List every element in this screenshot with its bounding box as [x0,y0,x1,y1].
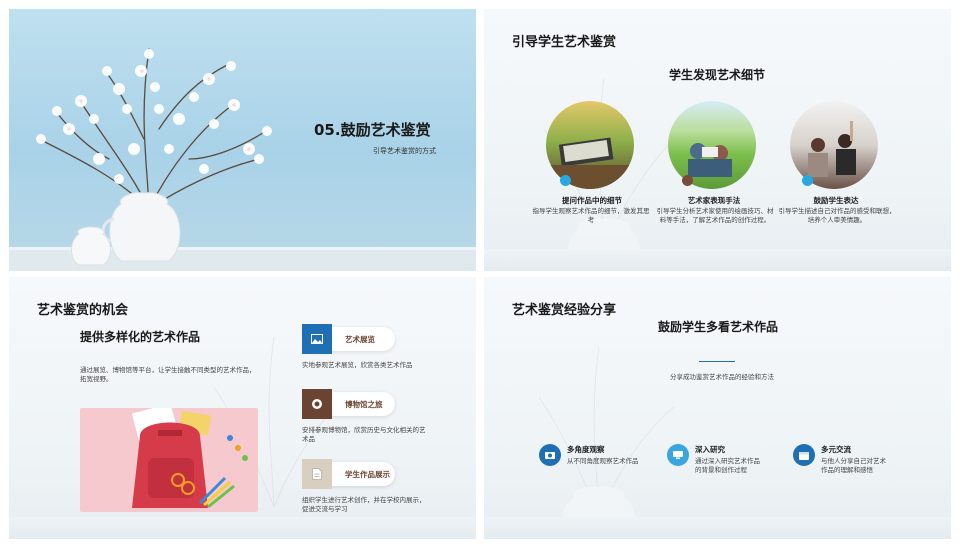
item-desc-research: 通过深入研究艺术作品的背景和创作过程 [695,457,760,474]
item-title-exchange: 多元交流 [821,445,851,454]
photo-students-reading [668,101,756,189]
accent-divider [699,361,735,362]
ghost-vase-decoration [538,346,675,537]
slide2-header: 引导学生艺术鉴赏 [512,35,617,50]
item-title-2: 艺术家表现手法 [687,196,741,205]
square-exhibition [302,324,332,354]
item-label-exhibition: 艺术展览 [345,335,375,344]
slide4-subheader: 鼓励学生多看艺术作品 [658,320,779,334]
slide-cover[interactable]: 05.鼓励艺术鉴赏 引导艺术鉴赏的方式 [9,9,476,271]
slide4-header: 艺术鉴赏经验分享 [512,303,617,318]
photo-backpack-supplies [80,408,258,512]
dot-indicator-1 [560,175,571,186]
slide-experience-sharing[interactable]: 艺术鉴赏经验分享 鼓励学生多看艺术作品 分享成功鉴赏艺术作品的经验和方法 多角度… [484,277,951,539]
item-desc-museum: 安排参观博物馆，欣赏历史与文化相关的艺术品 [302,426,426,443]
square-museum [302,389,332,419]
vase-branches-illustration [9,48,476,271]
item-title-research: 深入研究 [695,445,725,454]
item-desc-multi-angle: 从不同角度观察艺术作品 [567,457,639,465]
badge-exchange [793,444,815,466]
slide-appreciation-opportunities[interactable]: 艺术鉴赏的机会 提供多样化的艺术作品 通过展览、博物馆等平台，让学生接触不同类型… [9,277,476,539]
camera-icon [312,399,322,409]
item-label-student-works: 学生作品展示 [345,470,390,479]
dot-indicator-2 [682,175,693,186]
calendar-icon [799,451,809,460]
cover-subtitle: 引导艺术鉴赏的方式 [373,147,436,155]
item-title-3: 鼓励学生表达 [813,196,859,205]
slide3-header: 艺术鉴赏的机会 [37,303,129,318]
photo-notebook-grass [546,101,634,189]
item-label-museum: 博物馆之旅 [345,400,383,409]
document-icon [312,468,322,480]
slide2-subheader: 学生发现艺术细节 [669,68,766,82]
item-desc-3: 引导学生描述自己对作品的感受和联想，培养个人审美情趣。 [778,207,896,224]
badge-multi-angle [539,444,561,466]
item-desc-2: 引导学生分析艺术家使用的绘画技巧、材料等手法，了解艺术作品的创作过程。 [656,207,774,224]
item-title-1: 提问作品中的细节 [562,196,622,205]
item-desc-1: 指导学生观察艺术作品的细节，激发其思考 [532,207,650,224]
eye-icon [545,452,555,459]
item-desc-student-works: 组织学生进行艺术创作，并在学校内展示，促进交流与学习 [302,496,426,513]
slide4-caption: 分享成功鉴赏艺术作品的经验和方法 [670,373,774,381]
item-desc-exchange: 与他人分享自己对艺术作品的理解和感悟 [821,457,886,474]
slide3-body: 通过展览、博物馆等平台，让学生接触不同类型的艺术作品，拓宽视野。 [80,366,256,383]
slide-guide-appreciation[interactable]: 引导学生艺术鉴赏 学生发现艺术细节 提问作品中的细节 指导学生观察艺术作品的细节… [484,9,951,271]
item-title-multi-angle: 多角度观察 [567,445,605,454]
dot-indicator-3 [802,175,813,186]
screen-icon [673,451,683,459]
cover-title: 05.鼓励艺术鉴赏 [314,121,431,139]
badge-research [667,444,689,466]
square-student-works [302,459,332,489]
slide3-subheader: 提供多样化的艺术作品 [80,330,201,344]
item-desc-exhibition: 实地参观艺术展览，欣赏各类艺术作品 [302,361,413,369]
image-icon [311,334,323,344]
